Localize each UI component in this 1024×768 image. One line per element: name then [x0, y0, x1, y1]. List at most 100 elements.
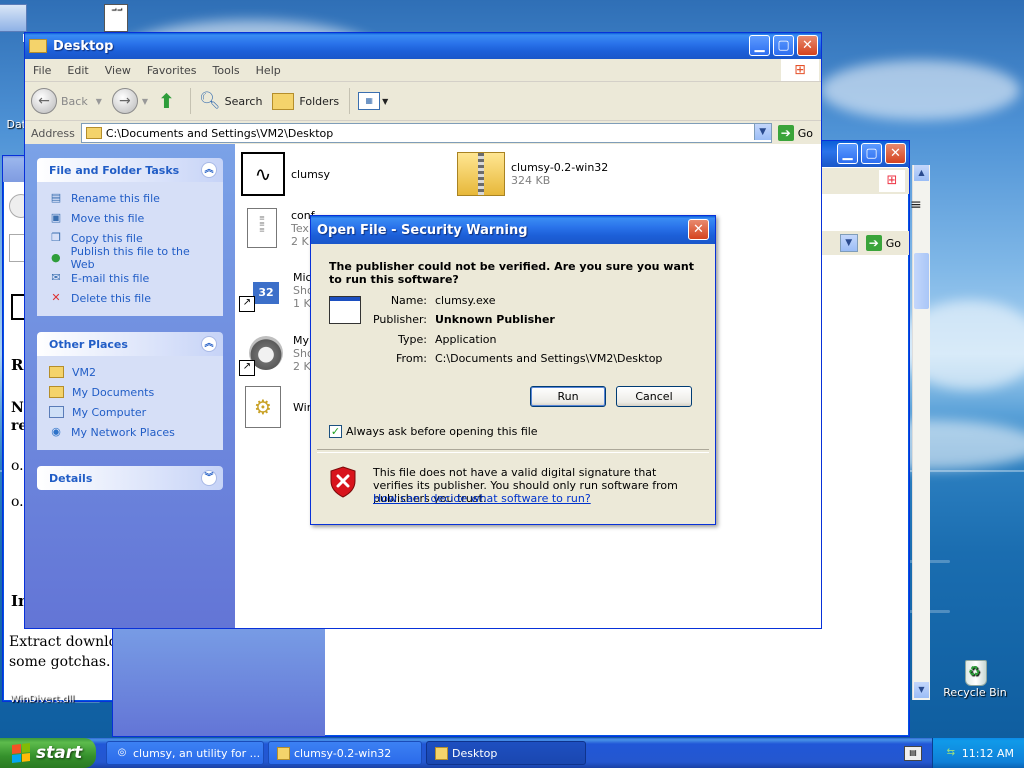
page-text: o.: [11, 458, 24, 474]
menu-file[interactable]: File: [25, 64, 59, 77]
windows-logo-icon: ⊞: [781, 59, 819, 81]
clock[interactable]: 11:12 AM: [962, 747, 1014, 760]
settings-file-icon: ⚙: [245, 386, 281, 428]
name-value: clumsy.exe: [435, 294, 496, 307]
file-item-win[interactable]: ⚙ Win: [245, 386, 314, 428]
task-rename[interactable]: ▤ Rename this file: [49, 188, 213, 208]
back-button[interactable]: ← Back ▼: [31, 88, 102, 114]
minimize-button[interactable]: ▁: [749, 35, 770, 56]
raccoon-icon: ↗: [239, 330, 285, 376]
type-label: Type:: [398, 333, 427, 346]
address-bar: Address C:\Documents and Settings\VM2\De…: [25, 121, 821, 146]
go-button[interactable]: ➔ Go: [777, 125, 813, 141]
text-file-icon: ≡ ≡ ≡: [247, 208, 277, 248]
task-publish[interactable]: ● Publish this file to the Web: [49, 245, 213, 271]
menu-edit[interactable]: Edit: [59, 64, 96, 77]
panel-header[interactable]: File and Folder Tasks ︽: [37, 158, 223, 182]
cloud: [820, 60, 1020, 120]
close-button[interactable]: ✕: [885, 143, 906, 164]
file-folder-tasks-panel: File and Folder Tasks ︽ ▤ Rename this fil…: [37, 158, 223, 316]
task-email[interactable]: ✉ E-mail this file: [49, 268, 213, 288]
place-my-network[interactable]: ◉ My Network Places: [49, 422, 213, 442]
publisher-value: Unknown Publisher: [435, 313, 555, 326]
dialog-titlebar[interactable]: Open File - Security Warning ✕: [311, 216, 715, 244]
menu-tools[interactable]: Tools: [205, 64, 248, 77]
go-button[interactable]: ➔ Go: [865, 235, 901, 251]
chevron-down-icon[interactable]: ▼: [753, 124, 771, 140]
search-button[interactable]: 🔍︎ Search: [199, 91, 262, 111]
chevron-up-icon[interactable]: ︽: [201, 336, 217, 352]
security-warning-dialog[interactable]: Open File - Security Warning ✕ The publi…: [310, 215, 716, 525]
cancel-button[interactable]: Cancel: [616, 386, 692, 407]
go-arrow-icon: ➔: [777, 125, 794, 141]
explorer-titlebar[interactable]: Desktop ▁ ▢ ✕: [25, 33, 821, 59]
folder-icon: [29, 39, 47, 53]
recycle-bin-icon: ♻: [961, 656, 989, 686]
chevron-down-icon[interactable]: ︾: [201, 470, 217, 486]
from-label: From:: [396, 352, 427, 365]
maximize-button[interactable]: ▢: [861, 143, 882, 164]
start-button[interactable]: start: [0, 738, 96, 768]
chevron-up-icon[interactable]: ︽: [201, 162, 217, 178]
dialog-title: Open File - Security Warning: [317, 222, 528, 238]
file-item-shortcut-myp[interactable]: ↗ Myp Sho 2 K: [239, 330, 316, 376]
run-button[interactable]: Run: [530, 386, 606, 407]
chevron-down-icon[interactable]: ▼: [839, 234, 858, 252]
chevron-down-icon: ▼: [141, 96, 149, 106]
file-item-shortcut-micro[interactable]: 32 ↗ Micr Sho 1 K: [239, 268, 316, 312]
keyboard-icon[interactable]: ▤: [904, 746, 922, 761]
taskbar-item-desktop[interactable]: Desktop: [426, 741, 586, 765]
maximize-button[interactable]: ▢: [773, 35, 794, 56]
always-ask-checkbox[interactable]: ✓ Always ask before opening this file: [329, 425, 538, 438]
place-my-documents[interactable]: My Documents: [49, 382, 213, 402]
help-link[interactable]: How can I decide what software to run?: [373, 492, 591, 505]
network-tray-icon[interactable]: ⇆: [944, 746, 958, 760]
browser-icon: ◎: [117, 747, 127, 758]
window-title: Desktop: [53, 38, 114, 54]
desktop-icon-label: WinDivert.dll: [10, 694, 75, 705]
file-item-zip[interactable]: clumsy-0.2-win32 324 KB: [457, 152, 608, 196]
chevron-down-icon: ▼: [95, 96, 102, 106]
place-vm2[interactable]: VM2: [49, 362, 213, 382]
panel-header[interactable]: Details ︾: [37, 466, 223, 490]
file-item-config[interactable]: ≡ ≡ ≡ conf Tex 2 K: [247, 208, 315, 248]
move-icon: ▣: [50, 211, 62, 224]
page-text: some gotchas.: [9, 654, 111, 670]
folder-icon: [435, 746, 448, 760]
taskbar-item-browser[interactable]: ◎ clumsy, an utility for ...: [106, 741, 264, 765]
taskbar-item-zip[interactable]: clumsy-0.2-win32: [268, 741, 422, 765]
views-icon: ▦: [358, 92, 381, 110]
network-icon: ◉: [51, 425, 61, 438]
rename-icon: ▤: [50, 191, 62, 204]
forward-button[interactable]: → ▼: [111, 88, 149, 114]
menu-favorites[interactable]: Favorites: [139, 64, 205, 77]
close-button[interactable]: ✕: [688, 219, 709, 240]
place-my-computer[interactable]: My Computer: [49, 402, 213, 422]
page-text: Extract downlo: [9, 634, 117, 650]
search-icon: 🔍︎: [199, 91, 221, 111]
address-input[interactable]: C:\Documents and Settings\VM2\Desktop ▼: [80, 123, 772, 143]
panel-header[interactable]: Other Places ︽: [37, 332, 223, 356]
toolbar-separator: [349, 88, 351, 114]
desktop-icon-data[interactable]: Dat: [0, 118, 26, 131]
up-button[interactable]: ⬆: [158, 90, 180, 112]
menu-view[interactable]: View: [97, 64, 139, 77]
desktop-icon-recycle-bin[interactable]: ♻ Recycle Bin: [940, 656, 1010, 699]
window-edge: ≡: [906, 155, 930, 700]
folder-icon: [49, 366, 64, 378]
copy-icon: ❐: [51, 231, 61, 244]
folders-button[interactable]: Folders: [272, 92, 339, 110]
computer-icon: [0, 4, 27, 32]
menu-help[interactable]: Help: [248, 64, 289, 77]
task-move[interactable]: ▣ Move this file: [49, 208, 213, 228]
desktop-icon-document[interactable]: ▬▬: [104, 4, 132, 32]
task-delete[interactable]: ✕ Delete this file: [49, 288, 213, 308]
file-item-clumsy[interactable]: ∿ clumsy: [241, 152, 330, 196]
menu-icon: ≡: [910, 197, 922, 213]
minimize-button[interactable]: ▁: [837, 143, 858, 164]
toolbar-separator: [190, 88, 192, 114]
close-button[interactable]: ✕: [797, 35, 818, 56]
waveform-icon: ∿: [241, 152, 285, 196]
system-tray: ⇆ 11:12 AM: [932, 738, 1024, 768]
views-button[interactable]: ▦ ▼: [358, 92, 388, 110]
